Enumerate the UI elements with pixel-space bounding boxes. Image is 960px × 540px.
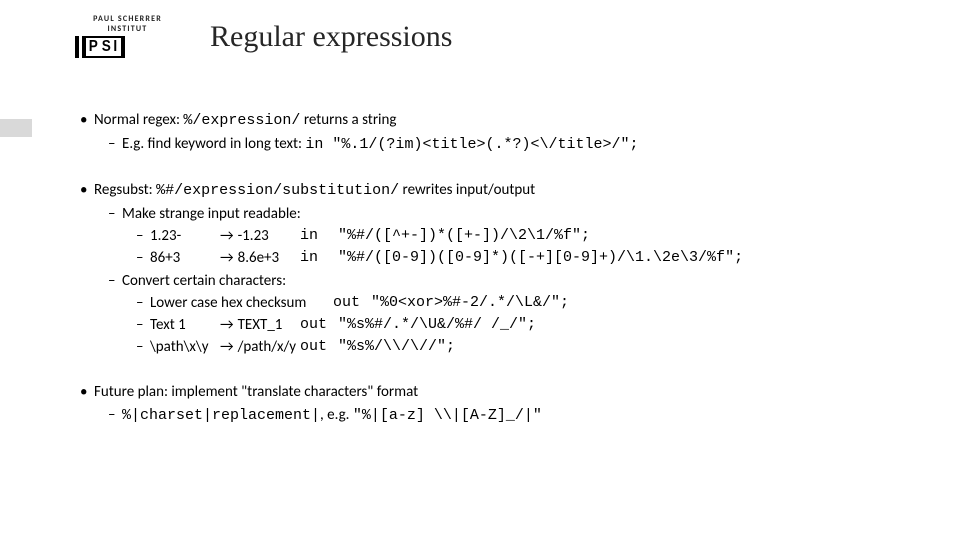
sub-convert-chars: Convert certain characters: Lower case h… [108,271,930,358]
bullet-normal-regex: Normal regex: %/expression/ returns a st… [80,110,930,156]
bullet-future-plan: Future plan: implement "translate charac… [80,382,930,427]
sub-find-keyword: E.g. find keyword in long text: in "%.1/… [108,134,930,155]
logo-institute: PAUL SCHERRER INSTITUT [75,14,180,34]
sub-make-readable: Make strange input readable: 1.23- -1.23… [108,204,930,269]
slide: PAUL SCHERRER INSTITUT PSI Regular expre… [0,0,960,540]
slide-body: Normal regex: %/expression/ returns a st… [80,110,930,432]
slide-title: Regular expressions [210,20,452,54]
accent-bar [0,119,32,137]
row-sci-number: 86+3 8.6e+3 in "%#/([0-9])([0-9]*)([-+][… [136,248,930,268]
row-path: \path\x\y /path/x/y out "%s%/\\/\//"; [136,337,930,357]
row-lowercase-hex: Lower case hex checksum out "%0<xor>%#-2… [136,293,930,313]
bullet-regsubst: Regsubst: %#/expression/substitution/ re… [80,180,930,358]
psi-logo: PAUL SCHERRER INSTITUT PSI [75,14,180,58]
sub-charset: %|charset|replacement|, e.g. "%|[a-z] \\… [108,405,930,426]
row-neg-number: 1.23- -1.23 in "%#/([^+-])*([+-])/\2\1/%… [136,226,930,246]
row-text1: Text 1 TEXT_1 out "%s%#/.*/\U&/%#/ /_/"; [136,315,930,335]
